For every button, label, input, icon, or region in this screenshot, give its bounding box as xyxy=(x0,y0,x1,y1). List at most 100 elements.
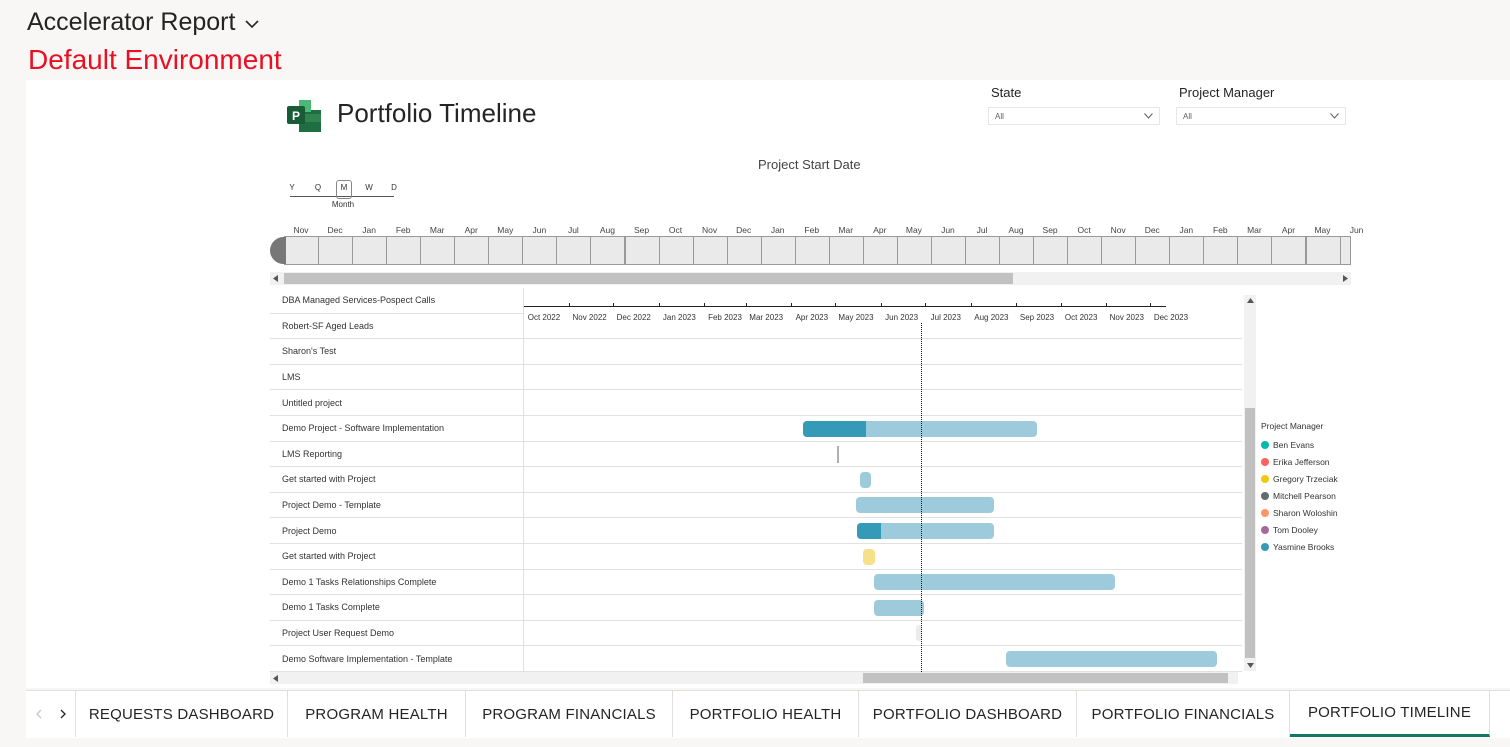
level-year[interactable]: Y xyxy=(285,183,299,192)
timeline-month-cell[interactable] xyxy=(692,236,728,265)
timeline-month-cell[interactable] xyxy=(760,236,796,265)
chevron-right-icon[interactable] xyxy=(59,709,67,719)
gantt-bar-progress xyxy=(803,420,867,437)
gantt-row-label[interactable]: Project Demo xyxy=(270,518,524,544)
gantt-row-label[interactable]: Project User Request Demo xyxy=(270,620,524,647)
timeline-month-cell[interactable] xyxy=(1067,236,1103,265)
timeline-month-cell[interactable] xyxy=(1305,236,1341,265)
gantt-row-label[interactable]: Get started with Project xyxy=(270,544,524,570)
gantt-milestone[interactable] xyxy=(836,445,839,463)
timeline-month-cell[interactable] xyxy=(862,236,898,265)
timeline-month-cell[interactable] xyxy=(1101,236,1137,265)
timeline-month-cell[interactable] xyxy=(930,236,966,265)
gantt-vertical-scrollbar-thumb[interactable] xyxy=(1245,408,1255,658)
timeline-month-label: May xyxy=(905,225,922,235)
state-dropdown-value: All xyxy=(995,112,1004,121)
timeline-month-cell[interactable] xyxy=(1135,236,1171,265)
scroll-down-icon[interactable] xyxy=(1247,662,1254,668)
project-manager-dropdown[interactable]: All xyxy=(1176,107,1346,125)
gantt-horizontal-scrollbar-thumb[interactable] xyxy=(863,673,1228,683)
chevron-down-icon xyxy=(1144,113,1153,119)
tab-portfolio-dashboard[interactable]: PORTFOLIO DASHBOARD xyxy=(859,691,1077,737)
timeline-month-cell[interactable] xyxy=(726,236,762,265)
timeline-month-cell[interactable] xyxy=(1033,236,1069,265)
timeline-month-label: Aug xyxy=(599,225,615,235)
scroll-up-icon[interactable] xyxy=(1247,298,1254,304)
gantt-row-label[interactable]: Sharon's Test xyxy=(270,339,524,365)
gantt-row-label[interactable]: LMS Reporting xyxy=(270,441,524,468)
tab-portfolio-financials[interactable]: PORTFOLIO FINANCIALS xyxy=(1077,691,1290,737)
gantt-row-label[interactable]: Demo Project - Software Implementation xyxy=(270,416,524,442)
legend-item[interactable]: Erika Jefferson xyxy=(1261,457,1330,467)
timeline-month-cell[interactable] xyxy=(896,236,932,265)
gantt-row-label[interactable]: Demo 1 Tasks Relationships Complete xyxy=(270,569,524,596)
gantt-row-label[interactable]: Project Demo - Template xyxy=(270,492,524,519)
gantt-horizontal-scrollbar[interactable] xyxy=(270,672,1238,684)
timeline-month-cell[interactable] xyxy=(556,236,592,265)
gantt-row-label[interactable]: Demo Software Implementation - Template xyxy=(270,646,524,672)
gantt-bar[interactable] xyxy=(857,522,995,539)
legend-item[interactable]: Mitchell Pearson xyxy=(1261,491,1336,501)
scroll-right-icon[interactable] xyxy=(1342,275,1348,282)
tab-program-health[interactable]: PROGRAM HEALTH xyxy=(288,691,466,737)
timeline-month-cell[interactable] xyxy=(386,236,422,265)
gantt-row-label[interactable]: Get started with Project xyxy=(270,467,524,493)
level-day[interactable]: D xyxy=(387,183,401,192)
gantt-bar[interactable] xyxy=(855,497,995,514)
level-week[interactable]: W xyxy=(362,183,376,192)
tab-requests-dashboard[interactable]: REQUESTS DASHBOARD xyxy=(76,691,288,737)
gantt-bar[interactable] xyxy=(873,599,924,616)
legend-item[interactable]: Ben Evans xyxy=(1261,440,1314,450)
legend-label: Tom Dooley xyxy=(1273,525,1318,535)
timeline-month-cell[interactable] xyxy=(488,236,524,265)
timeline-month-cell[interactable] xyxy=(284,236,320,265)
timeline-month-cell[interactable] xyxy=(1237,236,1273,265)
gantt-row-label[interactable]: Robert-SF Aged Leads xyxy=(270,313,524,340)
timeline-month-cell[interactable] xyxy=(828,236,864,265)
timeline-month-cell[interactable] xyxy=(1169,236,1205,265)
legend-item[interactable]: Sharon Woloshin xyxy=(1261,508,1338,518)
gantt-row-label[interactable]: LMS xyxy=(270,364,524,391)
timeline-month-cell[interactable] xyxy=(454,236,490,265)
gantt-vertical-scrollbar[interactable] xyxy=(1244,295,1256,671)
timeline-month-cell[interactable] xyxy=(1339,236,1351,265)
legend-item[interactable]: Gregory Trzeciak xyxy=(1261,474,1338,484)
timeline-month-cell[interactable] xyxy=(522,236,558,265)
timeline-month-label: Mar xyxy=(1247,225,1262,235)
tab-portfolio-health[interactable]: PORTFOLIO HEALTH xyxy=(673,691,859,737)
timeline-month-cell[interactable] xyxy=(658,236,694,265)
gantt-bar[interactable] xyxy=(873,574,1115,591)
timeline-month-cell[interactable] xyxy=(420,236,456,265)
timeline-month-cell[interactable] xyxy=(1203,236,1239,265)
gantt-bar[interactable] xyxy=(863,548,876,565)
timeline-month-cell[interactable] xyxy=(352,236,388,265)
timeline-month-cell[interactable] xyxy=(624,236,660,265)
level-quarter[interactable]: Q xyxy=(311,183,325,192)
chevron-left-icon[interactable] xyxy=(35,709,43,719)
timeline-month-cell[interactable] xyxy=(794,236,830,265)
gantt-row-label[interactable]: Untitled project xyxy=(270,390,524,416)
timeline-month-label: Apr xyxy=(873,225,887,235)
app-title[interactable]: Accelerator Report xyxy=(27,8,260,37)
timeline-scrollbar-thumb[interactable] xyxy=(284,273,1013,284)
scroll-left-icon[interactable] xyxy=(273,275,279,282)
legend-item[interactable]: Tom Dooley xyxy=(1261,525,1318,535)
timeline-month-cell[interactable] xyxy=(318,236,354,265)
gantt-row-label[interactable]: Demo 1 Tasks Complete xyxy=(270,595,524,621)
timeline-range-handle[interactable] xyxy=(270,237,286,264)
level-month[interactable]: M xyxy=(336,180,352,199)
legend-swatch xyxy=(1261,441,1269,449)
tab-program-financials[interactable]: PROGRAM FINANCIALS xyxy=(466,691,673,737)
gantt-bar[interactable] xyxy=(860,471,871,488)
scroll-left-icon[interactable] xyxy=(273,675,279,682)
timeline-scrollbar[interactable] xyxy=(270,272,1351,285)
legend-item[interactable]: Yasmine Brooks xyxy=(1261,542,1334,552)
gantt-row-label[interactable]: DBA Managed Services-Pospect Calls xyxy=(270,288,524,314)
timeline-month-cell[interactable] xyxy=(1271,236,1307,265)
timeline-month-cell[interactable] xyxy=(965,236,1001,265)
tab-portfolio-timeline[interactable]: PORTFOLIO TIMELINE xyxy=(1290,691,1490,737)
timeline-month-cell[interactable] xyxy=(590,236,626,265)
gantt-bar[interactable] xyxy=(1006,650,1217,667)
timeline-month-cell[interactable] xyxy=(999,236,1035,265)
state-dropdown[interactable]: All xyxy=(988,107,1160,125)
